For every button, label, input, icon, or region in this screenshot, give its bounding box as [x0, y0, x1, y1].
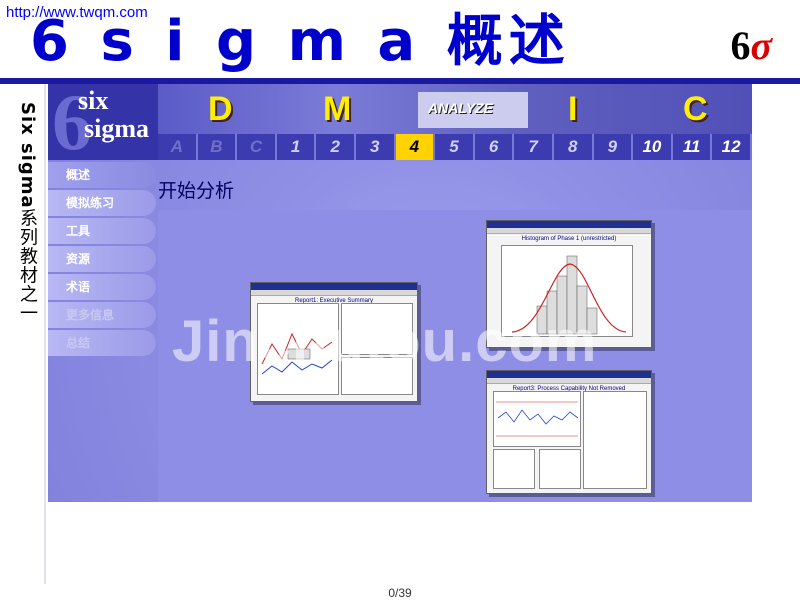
phase-analyze[interactable]: ANALYZE — [418, 92, 528, 128]
step-bar: A B C 1 2 3 4 5 6 7 8 9 10 11 12 — [158, 134, 752, 160]
window-menubar — [487, 228, 651, 234]
divider-line — [44, 84, 46, 584]
logo-six-text: six — [78, 86, 109, 115]
step-1[interactable]: 1 — [277, 134, 317, 160]
control-chart-lines — [496, 401, 579, 437]
step-9[interactable]: 9 — [594, 134, 634, 160]
phase-improve[interactable]: I — [568, 90, 577, 129]
menu-item-more-info[interactable]: 更多信息 — [48, 302, 156, 328]
step-2[interactable]: 2 — [316, 134, 356, 160]
step-10[interactable]: 10 — [633, 134, 673, 160]
menu-item-tools[interactable]: 工具 — [48, 218, 156, 244]
step-b[interactable]: B — [198, 134, 238, 160]
training-app-window: 6 six sigma D M ANALYZE I C A B C 1 2 3 … — [48, 84, 752, 502]
step-c[interactable]: C — [237, 134, 277, 160]
page-heading: 开始分析 — [158, 180, 235, 202]
site-watermark: Jinchutou.com — [172, 309, 598, 374]
window-menubar — [487, 378, 651, 384]
six-sigma-logo: 6σ — [730, 22, 772, 69]
phase-measure[interactable]: M — [323, 90, 351, 129]
step-5[interactable]: 5 — [435, 134, 475, 160]
step-8[interactable]: 8 — [554, 134, 594, 160]
logo-sigma-text: sigma — [84, 114, 149, 143]
series-label-cn: 系列教材之一 — [17, 208, 38, 323]
capability-report-screenshot[interactable]: Report3: Process Capability Not Removed — [486, 370, 652, 494]
step-11[interactable]: 11 — [673, 134, 713, 160]
logo-digit: 6 — [730, 23, 751, 68]
page-counter: 0/39 — [388, 586, 412, 600]
menu-item-simulation[interactable]: 模拟练习 — [48, 190, 156, 216]
capability-table-thumbnail — [583, 391, 647, 489]
series-label-latin: Six sigma — [17, 102, 38, 209]
slide-title: 6 s i g m a 概述 — [30, 9, 571, 74]
vertical-series-label: Six sigma系列教材之一 — [8, 102, 40, 323]
histogram-caption: Histogram of Phase 1 (unrestricted) — [521, 236, 617, 242]
sigma-icon: σ — [750, 23, 772, 68]
menu-item-glossary[interactable]: 术语 — [48, 274, 156, 300]
step-4-active[interactable]: 4 — [395, 134, 436, 160]
phase-banner: D M ANALYZE I C — [158, 84, 752, 134]
menu-item-summary[interactable]: 总结 — [48, 330, 156, 356]
phase-control[interactable]: C — [683, 90, 708, 129]
phase-analyze-label: ANALYZE — [428, 100, 494, 116]
menu-item-resources[interactable]: 资源 — [48, 246, 156, 272]
distribution-thumbnail-right — [539, 449, 581, 489]
phase-define[interactable]: D — [208, 90, 233, 129]
step-3[interactable]: 3 — [356, 134, 396, 160]
control-chart-thumbnail — [493, 391, 581, 447]
app-logo[interactable]: 6 six sigma — [48, 84, 158, 167]
step-7[interactable]: 7 — [514, 134, 554, 160]
side-menu: 概述 模拟练习 工具 资源 术语 更多信息 总结 — [48, 162, 156, 358]
distribution-thumbnail-left — [493, 449, 535, 489]
window-menubar — [251, 290, 417, 296]
step-a[interactable]: A — [158, 134, 198, 160]
menu-item-overview[interactable]: 概述 — [48, 162, 156, 188]
step-6[interactable]: 6 — [475, 134, 515, 160]
step-12[interactable]: 12 — [712, 134, 752, 160]
window-titlebar — [251, 283, 417, 290]
window-titlebar — [487, 221, 651, 228]
